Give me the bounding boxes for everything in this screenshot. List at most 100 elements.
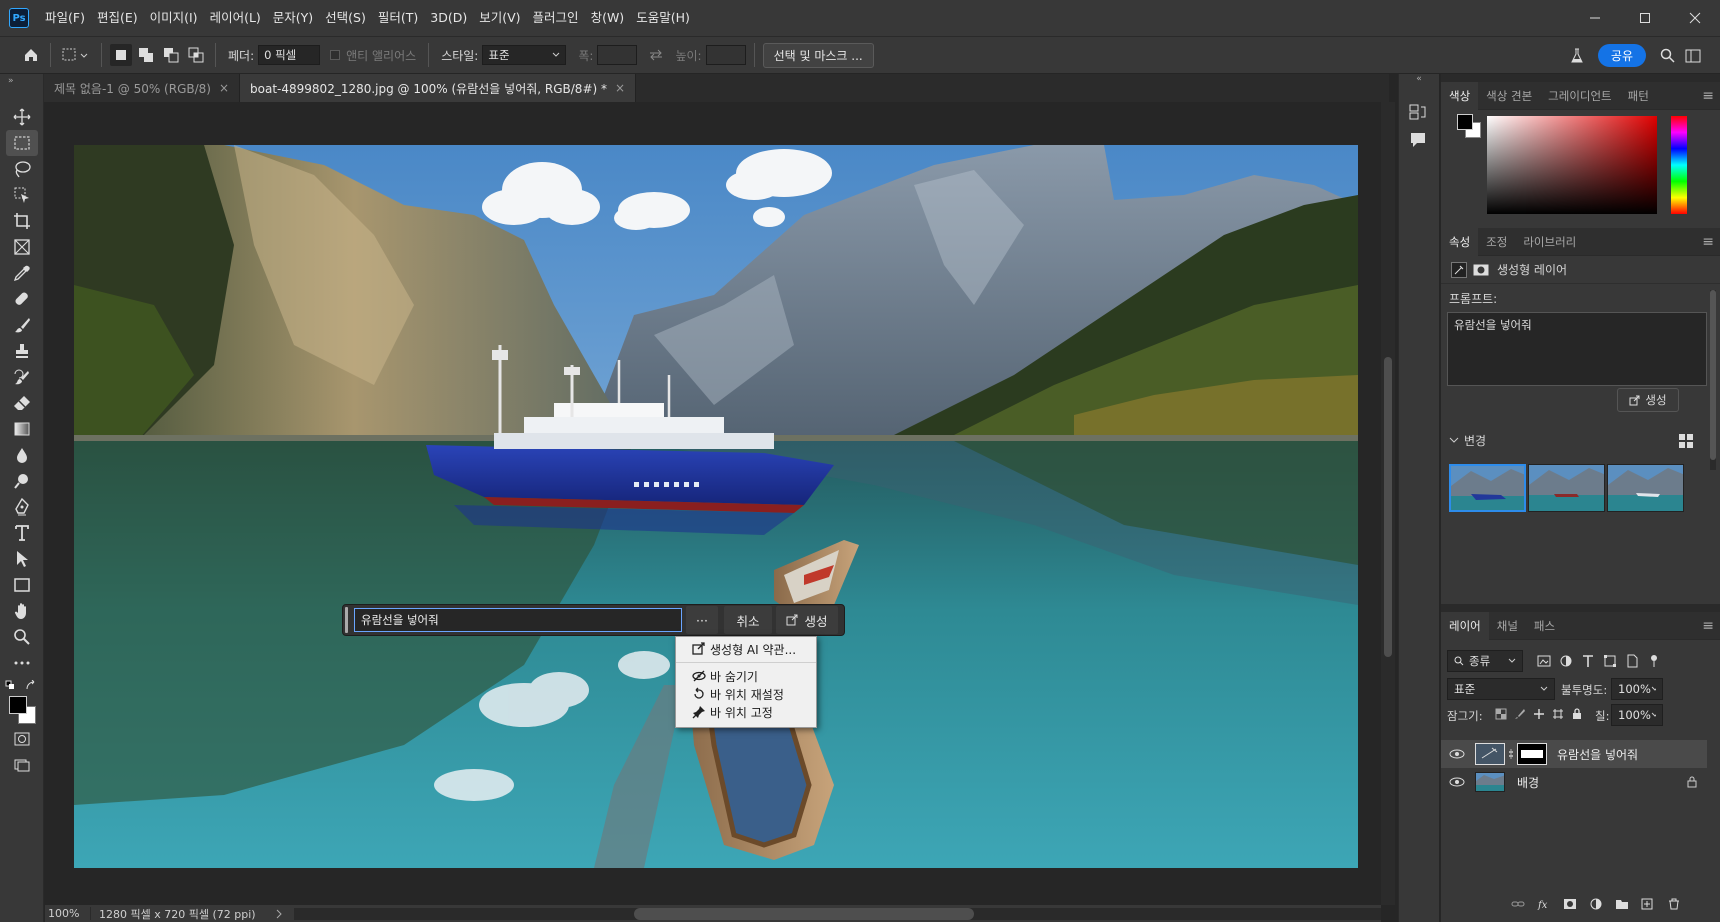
screen-mode-button[interactable] [6,752,38,778]
add-selection-button[interactable] [135,44,157,66]
menu-type[interactable]: 문자(Y) [267,0,319,36]
menu-plugins[interactable]: 플러그인 [527,0,585,36]
type-filter-icon[interactable] [1581,654,1595,668]
menu-file[interactable]: 파일(F) [39,0,91,36]
close-button[interactable] [1670,0,1720,36]
clone-stamp-tool[interactable] [6,338,38,364]
swap-dimensions-button[interactable] [645,44,667,66]
blur-tool[interactable] [6,442,38,468]
generate-button[interactable]: 생성 [776,606,838,634]
cancel-button[interactable]: 취소 [724,606,772,634]
variation-thumb-1[interactable] [1449,464,1526,512]
layer-mask-thumbnail[interactable] [1517,743,1547,765]
lock-position-icon[interactable] [1533,708,1545,720]
zoom-tool[interactable] [6,624,38,650]
tab-boat-image[interactable]: boat-4899802_1280.jpg @ 100% (유람선을 넣어줘, … [240,74,637,102]
tab-libraries[interactable]: 라이브러리 [1515,228,1584,256]
foreground-color-swatch[interactable] [9,696,27,714]
move-tool[interactable] [6,104,38,130]
lock-pixels-icon[interactable] [1514,708,1526,720]
tab-untitled-1[interactable]: 제목 없음-1 @ 50% (RGB/8) × [44,74,241,102]
expand-panels-icon[interactable]: « [1399,74,1439,94]
menu-item-ai-terms[interactable]: 생성형 AI 약관... [676,640,816,658]
photoshop-logo[interactable]: Ps [9,8,29,28]
close-tab-icon[interactable]: × [219,81,229,95]
antialias-checkbox[interactable] [330,50,341,60]
minimize-button[interactable] [1570,0,1620,36]
rectangle-tool[interactable] [6,572,38,598]
close-tab-icon[interactable]: × [615,81,625,95]
workspace-button[interactable] [1682,45,1704,67]
shape-filter-icon[interactable] [1603,654,1617,668]
lock-all-icon[interactable] [1571,708,1583,720]
tab-patterns[interactable]: 패턴 [1620,82,1657,110]
blend-mode-select[interactable]: 표준 [1447,678,1555,700]
saturation-field[interactable] [1487,116,1657,214]
new-selection-button[interactable] [110,44,132,66]
panel-menu-icon[interactable]: ≡ [1702,88,1714,104]
tab-layers[interactable]: 레이어 [1441,611,1489,640]
brush-tool[interactable] [6,312,38,338]
menu-edit[interactable]: 편집(E) [91,0,144,36]
lasso-tool[interactable] [6,156,38,182]
adjustment-filter-icon[interactable] [1559,654,1573,668]
fx-icon[interactable]: fx [1537,898,1551,910]
type-tool[interactable] [6,520,38,546]
opacity-input[interactable]: 100% [1611,678,1663,700]
eyedropper-tool[interactable] [6,260,38,286]
menu-window[interactable]: 창(W) [585,0,631,36]
variation-thumb-2[interactable] [1528,464,1605,512]
tab-gradients[interactable]: 그레이디언트 [1540,82,1619,110]
layer-filter-select[interactable]: 종류 [1447,650,1523,672]
new-layer-icon[interactable] [1641,898,1655,910]
properties-scrollbar[interactable] [1710,290,1716,470]
scroll-thumb[interactable] [1384,357,1392,657]
object-selection-tool[interactable] [6,182,38,208]
panel-menu-icon[interactable]: ≡ [1702,618,1714,634]
chevron-right-icon[interactable] [274,909,284,919]
maximize-button[interactable] [1620,0,1670,36]
tab-color[interactable]: 색상 [1441,81,1479,110]
lock-artboard-icon[interactable] [1552,708,1564,720]
scroll-thumb[interactable] [1710,290,1716,460]
collapse-toolbar-icon[interactable]: » [0,74,43,104]
layer-row-generative[interactable]: 유람선을 넣어줘 [1441,740,1707,768]
history-brush-tool[interactable] [6,364,38,390]
history-panel-button[interactable] [1408,102,1430,122]
prompt-textarea[interactable]: 유람선을 넣어줘 [1447,312,1707,386]
visibility-eye-icon[interactable] [1449,776,1465,788]
filter-toggle-icon[interactable] [1647,654,1661,668]
more-tools[interactable] [6,650,38,676]
menu-filter[interactable]: 필터(T) [372,0,424,36]
frame-tool[interactable] [6,234,38,260]
eraser-tool[interactable] [6,390,38,416]
link-layers-icon[interactable] [1511,898,1525,910]
intersect-selection-button[interactable] [185,44,207,66]
add-mask-icon[interactable] [1563,898,1577,910]
variation-thumb-3[interactable] [1607,464,1684,512]
zoom-level[interactable]: 100% [45,907,91,920]
scroll-thumb[interactable] [633,907,974,920]
more-options-button[interactable]: ··· [686,606,718,634]
pixel-filter-icon[interactable] [1537,654,1551,668]
properties-generate-button[interactable]: 생성 [1617,388,1679,412]
visibility-eye-icon[interactable] [1449,748,1465,760]
beta-flask-button[interactable] [1566,45,1588,67]
default-colors-icon[interactable] [5,680,17,692]
new-group-icon[interactable] [1615,898,1629,910]
subtract-selection-button[interactable] [160,44,182,66]
menu-help[interactable]: 도움말(H) [630,0,696,36]
hue-slider[interactable] [1671,116,1687,214]
marquee-preset-picker[interactable] [59,44,93,66]
hand-tool[interactable] [6,598,38,624]
vertical-scrollbar[interactable] [1381,102,1395,905]
search-button[interactable] [1656,45,1678,67]
menu-image[interactable]: 이미지(I) [144,0,204,36]
fill-input[interactable]: 100% [1611,704,1663,726]
document-canvas[interactable] [74,145,1358,868]
foreground-color-swatch[interactable] [1457,114,1473,130]
link-icon[interactable] [1508,748,1514,760]
menu-3d[interactable]: 3D(D) [424,0,473,36]
delete-layer-icon[interactable] [1667,898,1681,910]
swap-colors-icon[interactable] [25,680,37,692]
